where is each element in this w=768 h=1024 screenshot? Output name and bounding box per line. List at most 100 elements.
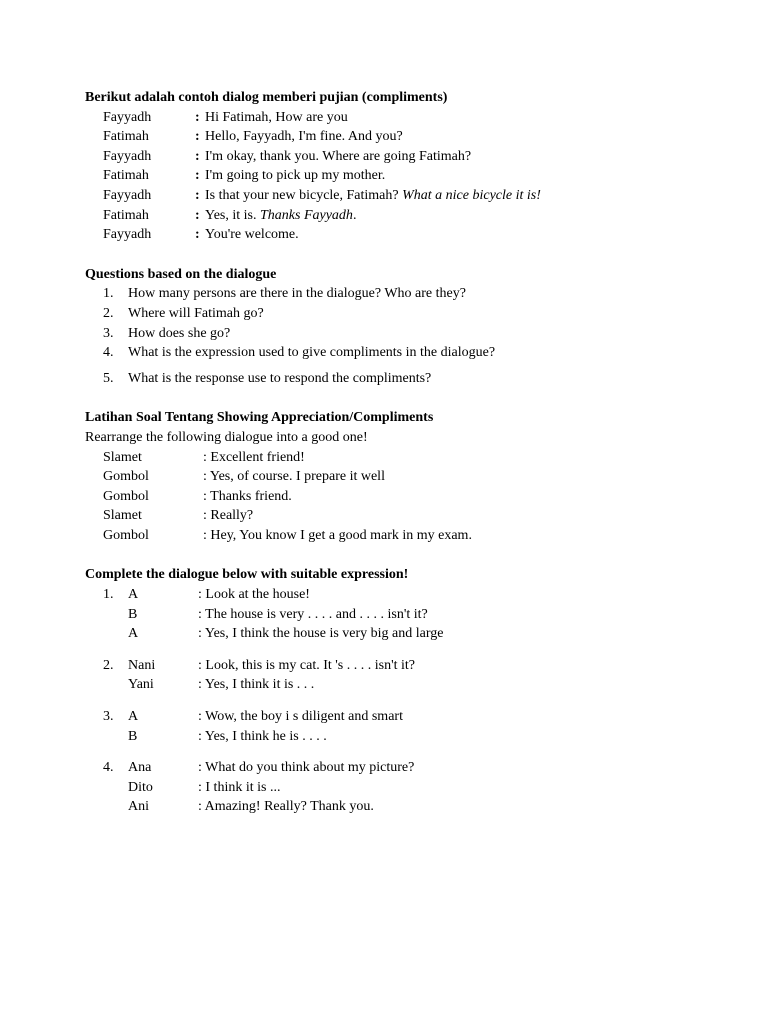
- dialogue-text: Hello, Fayyadh, I'm fine. And you?: [205, 127, 683, 147]
- speaker-name: Ana: [128, 758, 198, 778]
- complete-row: 4.Ana: What do you think about my pictur…: [103, 758, 683, 778]
- question-number: 1.: [103, 284, 128, 304]
- speaker-name: A: [128, 624, 198, 644]
- dialogue-block-1: Fayyadh: Hi Fatimah, How are youFatimah:…: [85, 108, 683, 245]
- dialogue-text: Yes, it is. Thanks Fayyadh.: [205, 206, 683, 226]
- item-number: 1.: [103, 585, 128, 605]
- speaker-name: Yani: [128, 675, 198, 695]
- dialogue-text: : I think it is ...: [198, 778, 683, 798]
- dialogue-text: : Look, this is my cat. It 's . . . . is…: [198, 656, 683, 676]
- complete-row: B: Yes, I think he is . . . .: [103, 727, 683, 747]
- speaker-name: Fayyadh: [103, 186, 195, 206]
- dialogue-text: : Hey, You know I get a good mark in my …: [203, 526, 472, 546]
- speaker-name: Gombol: [103, 526, 203, 546]
- dialogue-text: : Wow, the boy i s diligent and smart: [198, 707, 683, 727]
- dialogue-block-3: Slamet: Excellent friend!Gombol: Yes, of…: [85, 448, 683, 546]
- speaker-name: Slamet: [103, 448, 203, 468]
- complete-row: 2.Nani: Look, this is my cat. It 's . . …: [103, 656, 683, 676]
- dialogue-text: : The house is very . . . . and . . . . …: [198, 605, 683, 625]
- dialogue-text: : Yes, I think he is . . . .: [198, 727, 683, 747]
- dialogue-text: : Excellent friend!: [203, 448, 305, 468]
- questions-list: 1.How many persons are there in the dial…: [103, 284, 683, 388]
- question-text: How many persons are there in the dialog…: [128, 284, 683, 304]
- speaker-name: Fatimah: [103, 206, 195, 226]
- colon: :: [195, 166, 205, 186]
- dialogue-row: Gombol: Hey, You know I get a good mark …: [103, 526, 683, 546]
- colon: :: [195, 206, 205, 226]
- dialogue-text: You're welcome.: [205, 225, 683, 245]
- dialogue-row: Fatimah: I'm going to pick up my mother.: [103, 166, 683, 186]
- item-number: [103, 624, 128, 644]
- dialogue-text: I'm going to pick up my mother.: [205, 166, 683, 186]
- dialogue-row: Slamet: Excellent friend!: [103, 448, 683, 468]
- question-row: 2.Where will Fatimah go?: [103, 304, 683, 324]
- item-number: 2.: [103, 656, 128, 676]
- section3-subtitle: Rearrange the following dialogue into a …: [85, 428, 683, 448]
- question-text: What is the response use to respond the …: [128, 369, 683, 389]
- dialogue-text: Is that your new bicycle, Fatimah? What …: [205, 186, 683, 206]
- section2-title: Questions based on the dialogue: [85, 265, 683, 285]
- item-number: [103, 675, 128, 695]
- dialogue-row: Fayyadh: You're welcome.: [103, 225, 683, 245]
- dialogue-text: : Yes, I think the house is very big and…: [198, 624, 683, 644]
- speaker-name: Slamet: [103, 506, 203, 526]
- section3-title: Latihan Soal Tentang Showing Appreciatio…: [85, 408, 683, 428]
- question-row: 4.What is the expression used to give co…: [103, 343, 683, 363]
- item-number: [103, 797, 128, 817]
- question-number: 2.: [103, 304, 128, 324]
- speaker-name: Dito: [128, 778, 198, 798]
- speaker-name: Fatimah: [103, 166, 195, 186]
- dialogue-text: : Thanks friend.: [203, 487, 292, 507]
- dialogue-row: Fatimah: Yes, it is. Thanks Fayyadh.: [103, 206, 683, 226]
- speaker-name: Fayyadh: [103, 225, 195, 245]
- speaker-name: Ani: [128, 797, 198, 817]
- question-text: What is the expression used to give comp…: [128, 343, 683, 363]
- dialogue-row: Fayyadh: Hi Fatimah, How are you: [103, 108, 683, 128]
- question-text: How does she go?: [128, 324, 683, 344]
- dialogue-text: : Really?: [203, 506, 253, 526]
- speaker-name: Fatimah: [103, 127, 195, 147]
- item-number: [103, 778, 128, 798]
- complete-exercise: 1.A: Look at the house!B: The house is v…: [85, 585, 683, 829]
- dialogue-row: Slamet: Really?: [103, 506, 683, 526]
- dialogue-row: Fayyadh: I'm okay, thank you. Where are …: [103, 147, 683, 167]
- section4-title: Complete the dialogue below with suitabl…: [85, 565, 683, 585]
- dialogue-row: Fayyadh: Is that your new bicycle, Fatim…: [103, 186, 683, 206]
- question-row: 3.How does she go?: [103, 324, 683, 344]
- speaker-name: Gombol: [103, 467, 203, 487]
- dialogue-text: : What do you think about my picture?: [198, 758, 683, 778]
- dialogue-text: : Look at the house!: [198, 585, 683, 605]
- question-text: Where will Fatimah go?: [128, 304, 683, 324]
- colon: :: [195, 186, 205, 206]
- speaker-name: Gombol: [103, 487, 203, 507]
- speaker-name: Nani: [128, 656, 198, 676]
- dialogue-row: Fatimah: Hello, Fayyadh, I'm fine. And y…: [103, 127, 683, 147]
- complete-row: 1.A: Look at the house!: [103, 585, 683, 605]
- complete-row: Ani: Amazing! Really? Thank you.: [103, 797, 683, 817]
- speaker-name: B: [128, 727, 198, 747]
- question-row: 5.What is the response use to respond th…: [103, 369, 683, 389]
- dialogue-text: : Yes, of course. I prepare it well: [203, 467, 385, 487]
- colon: :: [195, 127, 205, 147]
- speaker-name: A: [128, 707, 198, 727]
- question-number: 3.: [103, 324, 128, 344]
- speaker-name: Fayyadh: [103, 108, 195, 128]
- complete-row: A: Yes, I think the house is very big an…: [103, 624, 683, 644]
- question-number: 5.: [103, 369, 128, 389]
- section1-title: Berikut adalah contoh dialog memberi puj…: [85, 88, 683, 108]
- dialogue-text: Hi Fatimah, How are you: [205, 108, 683, 128]
- question-row: 1.How many persons are there in the dial…: [103, 284, 683, 304]
- item-number: 4.: [103, 758, 128, 778]
- colon: :: [195, 225, 205, 245]
- speaker-name: Fayyadh: [103, 147, 195, 167]
- speaker-name: B: [128, 605, 198, 625]
- complete-row: Dito: I think it is ...: [103, 778, 683, 798]
- item-number: 3.: [103, 707, 128, 727]
- dialogue-row: Gombol: Thanks friend.: [103, 487, 683, 507]
- item-number: [103, 727, 128, 747]
- dialogue-row: Gombol: Yes, of course. I prepare it wel…: [103, 467, 683, 487]
- question-number: 4.: [103, 343, 128, 363]
- dialogue-text: I'm okay, thank you. Where are going Fat…: [205, 147, 683, 167]
- dialogue-text: : Yes, I think it is . . .: [198, 675, 683, 695]
- complete-row: 3.A: Wow, the boy i s diligent and smart: [103, 707, 683, 727]
